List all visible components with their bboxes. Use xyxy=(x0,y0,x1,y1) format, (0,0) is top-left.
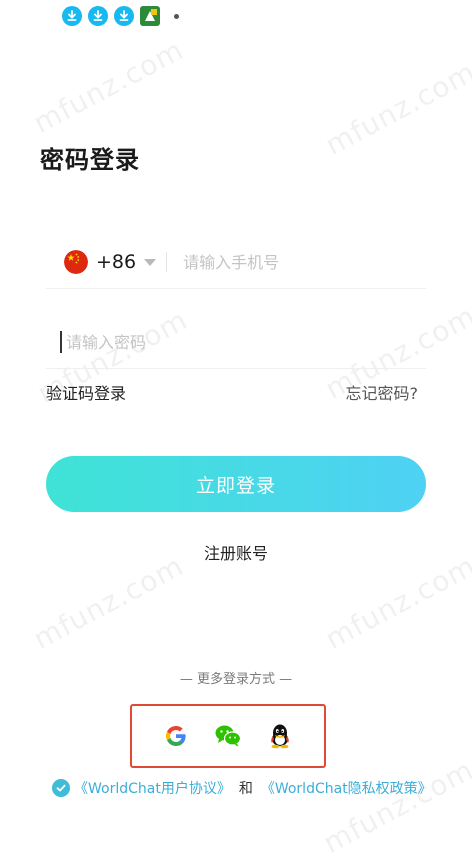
password-input[interactable] xyxy=(64,331,368,353)
status-bar xyxy=(62,4,179,28)
page-title: 密码登录 xyxy=(40,146,140,174)
watermark: mfunz.com xyxy=(319,549,472,656)
login-links: 验证码登录 忘记密码? xyxy=(46,380,418,404)
agreement-row: 《WorldChat用户协议》 和 《WorldChat隐私权政策》 xyxy=(52,778,432,798)
checkmark-icon[interactable] xyxy=(52,779,70,797)
app-icon xyxy=(140,6,160,26)
chevron-down-icon[interactable] xyxy=(144,258,157,266)
social-login-group xyxy=(130,704,326,768)
divider xyxy=(166,252,168,272)
forgot-password-link[interactable]: 忘记密码? xyxy=(346,380,419,404)
country-code[interactable]: +86 xyxy=(96,251,136,273)
download-icon xyxy=(114,6,134,26)
watermark: mfunz.com xyxy=(27,33,190,140)
watermark: mfunz.com xyxy=(27,549,190,656)
google-icon[interactable] xyxy=(161,721,191,751)
watermark: mfunz.com xyxy=(319,55,472,162)
register-link[interactable]: 注册账号 xyxy=(0,540,472,564)
watermark: mfunz.com xyxy=(317,753,472,860)
phone-field-row: +86 xyxy=(46,236,426,289)
china-flag-icon[interactable] xyxy=(64,250,88,274)
notification-dot xyxy=(174,13,179,19)
agreement-and: 和 xyxy=(238,781,253,797)
download-icon xyxy=(62,6,82,26)
sms-login-link[interactable]: 验证码登录 xyxy=(46,380,126,404)
more-login-title: — 更多登录方式 — xyxy=(179,672,293,687)
user-agreement-link[interactable]: 《WorldChat用户协议》 xyxy=(74,778,231,798)
privacy-policy-link[interactable]: 《WorldChat隐私权政策》 xyxy=(261,778,432,798)
phone-input[interactable] xyxy=(181,251,406,273)
wechat-icon[interactable] xyxy=(213,721,243,751)
password-field-row xyxy=(46,316,426,369)
login-button[interactable]: 立即登录 xyxy=(46,456,426,512)
download-icon xyxy=(88,6,108,26)
qq-icon[interactable] xyxy=(265,721,295,751)
text-cursor xyxy=(60,331,62,353)
